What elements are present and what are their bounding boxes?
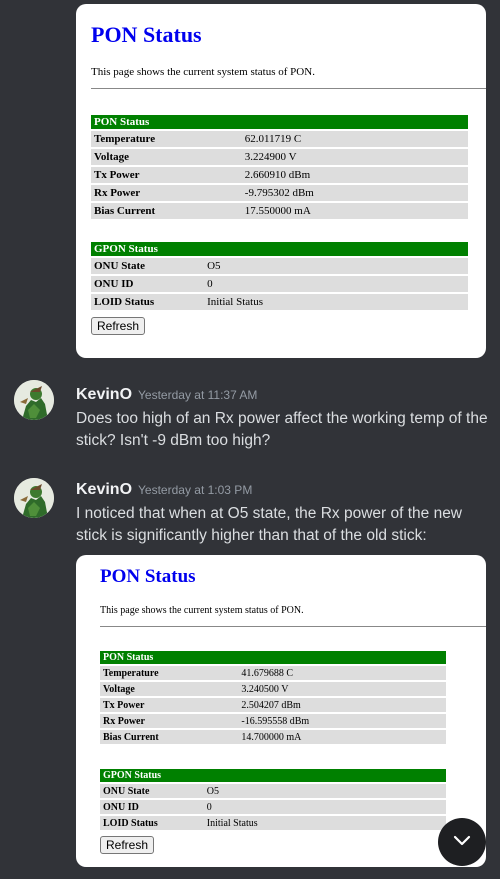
row-label: Rx Power bbox=[100, 714, 239, 728]
pon-status-screenshot-2[interactable]: PON Status This page shows the current s… bbox=[76, 555, 486, 867]
pon-status-table: PON Status Temperature 41.679688 C Volta… bbox=[100, 649, 446, 746]
table-row: Bias Current 17.550000 mA bbox=[91, 203, 468, 219]
row-value: O5 bbox=[204, 258, 468, 274]
author-name[interactable]: KevinO bbox=[76, 386, 132, 403]
row-value: Initial Status bbox=[203, 816, 446, 830]
author-name[interactable]: KevinO bbox=[76, 481, 132, 498]
message-text: I noticed that when at O5 state, the Rx … bbox=[76, 505, 463, 544]
row-value: 3.240500 V bbox=[238, 682, 446, 696]
pon-status-table: PON Status Temperature 62.011719 C Volta… bbox=[91, 113, 468, 221]
row-value: 17.550000 mA bbox=[241, 203, 468, 219]
table-header: GPON Status bbox=[91, 242, 468, 256]
chat-messages: PON Status This page shows the current s… bbox=[0, 0, 500, 879]
message-timestamp: Yesterday at 1:03 PM bbox=[138, 483, 253, 497]
message-text: Does too high of an Rx power affect the … bbox=[76, 410, 488, 449]
table-row: ONU ID 0 bbox=[91, 276, 468, 292]
row-label: Voltage bbox=[100, 682, 239, 696]
row-label: Temperature bbox=[100, 666, 239, 680]
row-label: ONU ID bbox=[100, 800, 204, 814]
row-label: Bias Current bbox=[100, 730, 239, 744]
divider bbox=[91, 88, 486, 89]
page-description: This page shows the current system statu… bbox=[91, 66, 315, 78]
row-label: Temperature bbox=[91, 131, 242, 147]
table-row: Rx Power -16.595558 dBm bbox=[100, 714, 446, 728]
row-value: O5 bbox=[203, 784, 446, 798]
row-label: Voltage bbox=[91, 149, 242, 165]
row-label: Bias Current bbox=[91, 203, 242, 219]
avatar-icon[interactable] bbox=[14, 380, 54, 420]
pon-status-screenshot-1[interactable]: PON Status This page shows the current s… bbox=[76, 4, 486, 358]
row-label: LOID Status bbox=[91, 294, 205, 310]
page-title: PON Status bbox=[91, 22, 202, 47]
table-header: PON Status bbox=[91, 115, 468, 129]
row-value: 0 bbox=[203, 800, 446, 814]
table-row: Temperature 41.679688 C bbox=[100, 666, 446, 680]
scroll-to-bottom-button[interactable] bbox=[438, 818, 486, 866]
row-value: -9.795302 dBm bbox=[241, 185, 468, 201]
row-label: ONU State bbox=[100, 784, 204, 798]
avatar-icon[interactable] bbox=[14, 478, 54, 518]
row-label: LOID Status bbox=[100, 816, 204, 830]
table-header: GPON Status bbox=[100, 769, 446, 782]
row-value: 2.504207 dBm bbox=[238, 698, 446, 712]
table-header: PON Status bbox=[100, 651, 446, 664]
table-row: Temperature 62.011719 C bbox=[91, 131, 468, 147]
row-label: Rx Power bbox=[91, 185, 242, 201]
row-value: 41.679688 C bbox=[238, 666, 446, 680]
divider bbox=[100, 626, 486, 627]
table-row: Rx Power -9.795302 dBm bbox=[91, 185, 468, 201]
table-row: ONU State O5 bbox=[91, 258, 468, 274]
row-value: -16.595558 dBm bbox=[238, 714, 446, 728]
row-value: 2.660910 dBm bbox=[241, 167, 468, 183]
table-row: Bias Current 14.700000 mA bbox=[100, 730, 446, 744]
table-row: Voltage 3.224900 V bbox=[91, 149, 468, 165]
table-row: Voltage 3.240500 V bbox=[100, 682, 446, 696]
table-row: Tx Power 2.504207 dBm bbox=[100, 698, 446, 712]
row-value: Initial Status bbox=[204, 294, 468, 310]
message-header: KevinO Yesterday at 11:37 AM bbox=[76, 386, 257, 404]
table-row: ONU ID 0 bbox=[100, 800, 446, 814]
row-value: 14.700000 mA bbox=[238, 730, 446, 744]
chevron-down-icon bbox=[450, 828, 474, 856]
table-row: Tx Power 2.660910 dBm bbox=[91, 167, 468, 183]
row-value: 62.011719 C bbox=[241, 131, 468, 147]
gpon-status-table: GPON Status ONU State O5 ONU ID 0 LOID S… bbox=[100, 767, 446, 832]
row-label: ONU State bbox=[91, 258, 205, 274]
gpon-status-table: GPON Status ONU State O5 ONU ID 0 LOID S… bbox=[91, 240, 468, 312]
page-title: PON Status bbox=[100, 566, 196, 587]
row-value: 3.224900 V bbox=[241, 149, 468, 165]
table-row: LOID Status Initial Status bbox=[91, 294, 468, 310]
message-timestamp: Yesterday at 11:37 AM bbox=[138, 388, 258, 402]
row-label: Tx Power bbox=[100, 698, 239, 712]
refresh-button[interactable]: Refresh bbox=[100, 836, 155, 854]
table-row: LOID Status Initial Status bbox=[100, 816, 446, 830]
table-row: ONU State O5 bbox=[100, 784, 446, 798]
message-header: KevinO Yesterday at 1:03 PM bbox=[76, 481, 252, 499]
page-description: This page shows the current system statu… bbox=[100, 605, 304, 616]
refresh-button[interactable]: Refresh bbox=[91, 317, 146, 335]
row-label: Tx Power bbox=[91, 167, 242, 183]
row-label: ONU ID bbox=[91, 276, 205, 292]
row-value: 0 bbox=[204, 276, 468, 292]
